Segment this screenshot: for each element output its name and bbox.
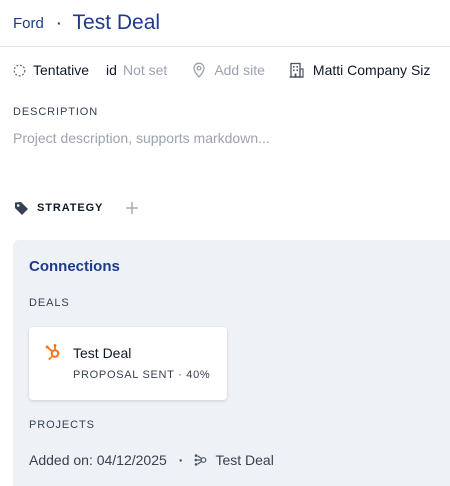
id-field[interactable]: Not set — [123, 62, 167, 78]
deal-name: Test Deal — [73, 345, 132, 361]
breadcrumb-parent-link[interactable]: Ford — [13, 15, 44, 32]
breadcrumb-separator: · — [56, 15, 62, 31]
strategy-section: STRATEGY — [14, 199, 139, 217]
map-pin-icon — [192, 62, 206, 78]
deal-stage: PROPOSAL SENT · 40% — [73, 369, 211, 381]
strategy-label: STRATEGY — [37, 202, 104, 214]
connections-panel: Connections DEALS Test Deal PROPOSAL SEN… — [13, 240, 450, 486]
page-title[interactable]: Test Deal — [73, 11, 161, 35]
page-header: Ford · Test Deal — [0, 0, 450, 47]
status-selector[interactable]: Tentative — [33, 62, 89, 78]
deal-meta-row: Tentative id Not set Add site Matti Comp… — [13, 60, 450, 80]
connections-title: Connections — [29, 258, 120, 275]
projects-label: PROJECTS — [29, 419, 95, 431]
building-icon — [289, 62, 304, 78]
project-deal-link[interactable]: Test Deal — [215, 452, 273, 468]
tag-icon — [14, 201, 29, 216]
description-label: DESCRIPTION — [13, 106, 99, 118]
description-input[interactable]: Project description, supports markdown..… — [13, 130, 270, 146]
dashed-circle-icon — [13, 64, 26, 77]
deal-link-icon — [193, 454, 207, 466]
added-on-text: Added on: 04/12/2025 — [29, 452, 167, 468]
company-link[interactable]: Matti Company Siz — [313, 62, 430, 78]
add-site-button[interactable]: Add site — [214, 62, 265, 78]
project-row: Added on: 04/12/2025 · Test Deal — [29, 451, 274, 469]
deal-card[interactable]: Test Deal PROPOSAL SENT · 40% — [29, 327, 227, 400]
hubspot-icon — [45, 343, 61, 365]
plus-icon[interactable] — [125, 201, 139, 215]
project-separator: · — [178, 452, 184, 468]
deals-label: DEALS — [29, 297, 70, 309]
id-label: id — [106, 62, 117, 78]
